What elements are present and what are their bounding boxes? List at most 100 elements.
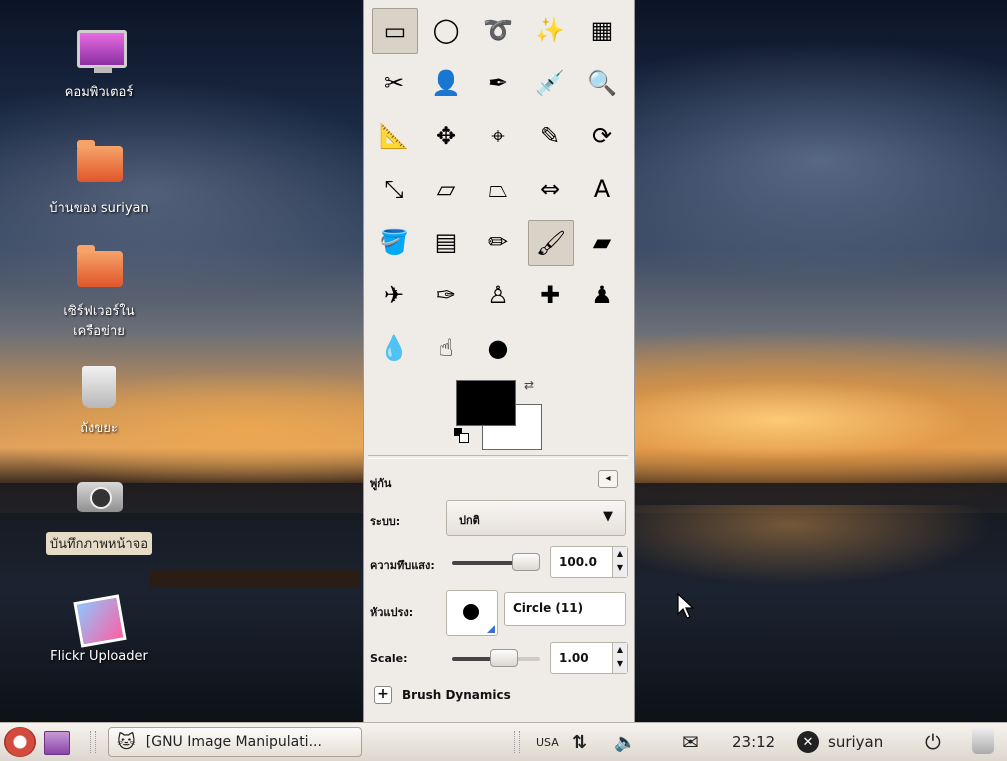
opacity-value: 100.0 xyxy=(559,555,597,569)
expand-dynamics-button[interactable]: + xyxy=(374,686,392,704)
foreground-select-icon[interactable]: 👤 xyxy=(424,61,468,105)
water-reflection xyxy=(620,505,1007,665)
scale-value: 1.00 xyxy=(559,651,589,665)
heal-icon[interactable]: ✚ xyxy=(528,273,572,317)
task-label: [GNU Image Manipulati... xyxy=(145,734,322,750)
opacity-label: ความทึบแสง: xyxy=(370,559,435,572)
power-icon[interactable]: ⏻ xyxy=(925,729,941,755)
opacity-spinbox[interactable]: 100.0 ▲ ▼ xyxy=(550,546,628,578)
spin-arrows[interactable]: ▲ ▼ xyxy=(612,547,627,577)
desktop-icon-label: ถังขยะ xyxy=(80,421,118,436)
taskbar-window-gimp[interactable]: 🐱 [GNU Image Manipulati... xyxy=(108,727,362,757)
computer-icon xyxy=(77,30,127,74)
desktop-icon-label: เซิร์ฟเวอร์ใน เครือข่าย xyxy=(63,304,135,339)
brush-label: หัวแปรง: xyxy=(370,606,414,619)
fuzzy-select-icon[interactable]: ✨ xyxy=(528,8,572,52)
select-by-color-icon[interactable]: ▦ xyxy=(580,8,624,52)
gimp-icon: 🐱 xyxy=(117,731,136,753)
move-icon[interactable]: ✥ xyxy=(424,114,468,158)
gimp-toolbox-window: ▭ ◯ ➰ ✨ ▦ ✂ 👤 ✒ 💉 🔍 📐 ✥ ⌖ ✎ ⟳ ⤡ ▱ ⏢ ⇔ A 🪣 ▤ ✏ 🖌 ▰ ✈ ✑ ♙ ✚ ♟ 💧 ☝ ● ⇄ พู่ก… xyxy=(363,0,635,722)
username[interactable]: suriyan xyxy=(828,729,883,755)
color-picker-icon[interactable]: 💉 xyxy=(528,61,572,105)
scale-icon[interactable]: ⤡ xyxy=(372,167,416,211)
ellipse-select-icon[interactable]: ◯ xyxy=(424,8,468,52)
home-folder-icon xyxy=(77,140,123,190)
panel-grip[interactable] xyxy=(90,731,96,753)
blur-icon[interactable]: 💧 xyxy=(372,326,416,370)
brush-dynamics-label[interactable]: Brush Dynamics xyxy=(402,688,511,702)
shear-icon[interactable]: ▱ xyxy=(424,167,468,211)
desktop-icon-home[interactable]: บ้านของ suriyan xyxy=(24,140,174,219)
separator xyxy=(368,455,628,459)
collapse-options-button[interactable]: ◂ xyxy=(598,470,618,488)
mode-value: ปกติ xyxy=(459,514,480,527)
zoom-icon[interactable]: 🔍 xyxy=(580,61,624,105)
desktop-icon-label: บ้านของ suriyan xyxy=(49,201,149,216)
default-colors-icon[interactable] xyxy=(454,428,469,443)
trash-applet-icon[interactable] xyxy=(972,728,994,754)
user-status-icon[interactable]: ✕ xyxy=(797,731,819,753)
smudge-icon[interactable]: ☝ xyxy=(424,326,468,370)
volume-icon[interactable]: 🔈 xyxy=(614,729,636,755)
paths-icon[interactable]: ✒ xyxy=(476,61,520,105)
blend-icon[interactable]: ▤ xyxy=(424,220,468,264)
mode-dropdown[interactable]: ปกติ ▼ xyxy=(446,500,626,536)
pencil-icon[interactable]: ✏ xyxy=(476,220,520,264)
airbrush-icon[interactable]: ✈ xyxy=(372,273,416,317)
taskbar: 🐱 [GNU Image Manipulati... USA ⇅ 🔈 ✉ 23:… xyxy=(0,722,1007,761)
desktop-icon-label: Flickr Uploader xyxy=(50,649,148,664)
brush-preview-button[interactable] xyxy=(446,590,498,636)
align-icon[interactable]: ⌖ xyxy=(476,114,520,158)
desktop-icon-label: คอมพิวเตอร์ xyxy=(64,85,134,100)
brush-menu-corner-icon xyxy=(487,625,495,633)
dodge-burn-icon[interactable]: ● xyxy=(476,326,520,370)
mode-label: ระบบ: xyxy=(370,515,401,528)
desktop-icon-network[interactable]: เซิร์ฟเวอร์ใน เครือข่าย xyxy=(24,245,174,343)
desktop-icon-computer[interactable]: คอมพิวเตอร์ xyxy=(24,30,174,103)
start-menu-button[interactable] xyxy=(4,727,36,757)
scale-slider-fill xyxy=(452,657,494,661)
eraser-icon[interactable]: ▰ xyxy=(580,220,624,264)
color-area: ⇄ xyxy=(454,378,554,450)
trash-icon xyxy=(77,366,121,410)
crop-icon[interactable]: ✎ xyxy=(528,114,572,158)
scale-slider-handle[interactable] xyxy=(490,649,518,667)
scale-label: Scale: xyxy=(370,652,408,665)
show-desktop-button[interactable] xyxy=(44,731,70,755)
brush-name-field[interactable]: Circle (11) xyxy=(504,592,626,626)
rotate-icon[interactable]: ⟳ xyxy=(580,114,624,158)
mail-icon[interactable]: ✉ xyxy=(682,729,699,755)
scissors-select-icon[interactable]: ✂ xyxy=(372,61,416,105)
spin-arrows[interactable]: ▲ ▼ xyxy=(612,643,627,673)
chevron-down-icon: ▼ xyxy=(603,509,613,524)
desktop-icon-label: บันทึกภาพหน้าจอ xyxy=(45,532,153,555)
foreground-color-swatch[interactable] xyxy=(456,380,516,426)
bucket-fill-icon[interactable]: 🪣 xyxy=(372,220,416,264)
network-icon[interactable]: ⇅ xyxy=(572,729,587,755)
desktop-icon-flickr[interactable]: Flickr Uploader xyxy=(24,594,174,665)
perspective-icon[interactable]: ⏢ xyxy=(476,167,520,211)
measure-icon[interactable]: 📐 xyxy=(372,114,416,158)
flip-icon[interactable]: ⇔ xyxy=(528,167,572,211)
scale-spinbox[interactable]: 1.00 ▲ ▼ xyxy=(550,642,628,674)
clock[interactable]: 23:12 xyxy=(732,729,775,755)
network-folder-icon xyxy=(77,245,123,295)
dock-silhouette xyxy=(150,570,360,588)
brush-name-value: Circle (11) xyxy=(513,601,584,615)
brush-shape-dot xyxy=(463,604,479,620)
text-icon[interactable]: A xyxy=(580,167,624,211)
photos-icon xyxy=(73,594,127,648)
desktop-icon-trash[interactable]: ถังขยะ xyxy=(24,366,174,439)
perspective-clone-icon[interactable]: ♟ xyxy=(580,273,624,317)
clone-icon[interactable]: ♙ xyxy=(476,273,520,317)
paintbrush-icon[interactable]: 🖌 xyxy=(528,220,574,266)
ink-icon[interactable]: ✑ xyxy=(424,273,468,317)
panel-grip[interactable] xyxy=(514,731,520,753)
opacity-slider-handle[interactable] xyxy=(512,553,540,571)
swap-colors-icon[interactable]: ⇄ xyxy=(524,378,534,392)
free-select-icon[interactable]: ➰ xyxy=(476,8,520,52)
keyboard-layout-indicator[interactable]: USA xyxy=(536,729,559,755)
desktop-icon-screenshot[interactable]: บันทึกภาพหน้าจอ xyxy=(24,474,174,555)
rect-select-icon[interactable]: ▭ xyxy=(372,8,418,54)
camera-icon xyxy=(77,482,123,526)
